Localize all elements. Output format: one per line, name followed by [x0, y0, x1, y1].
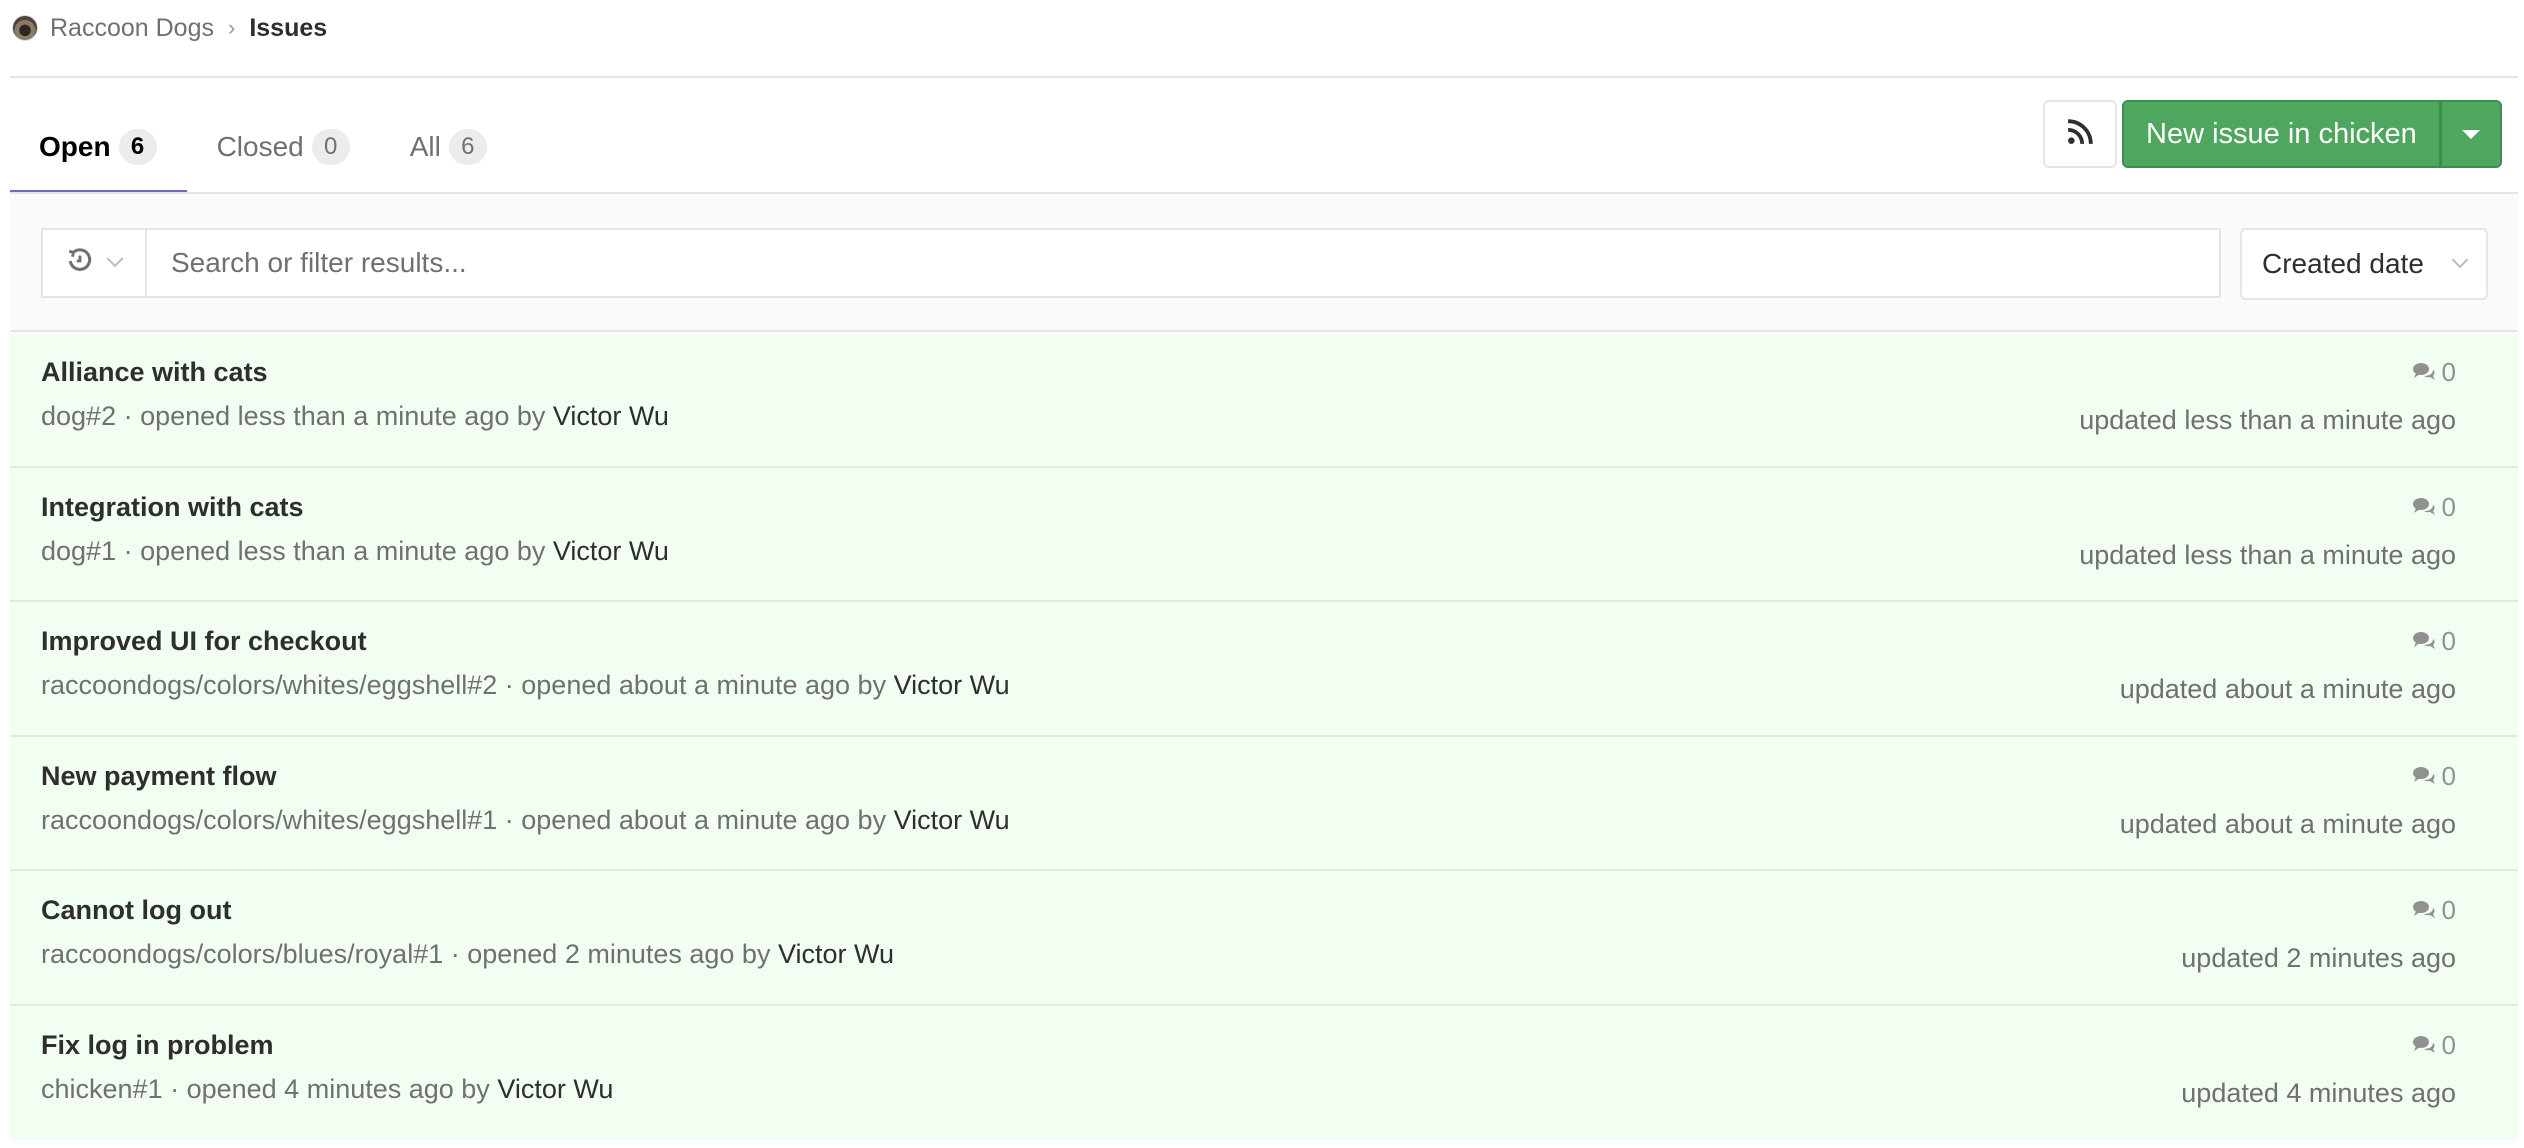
breadcrumb: Raccoon Dogs › Issues	[12, 10, 327, 46]
issue-updated-time: updated about a minute ago	[2119, 674, 2456, 704]
comments-count: 0	[2441, 1029, 2456, 1060]
comments-icon	[2412, 492, 2436, 523]
issue-comments-count[interactable]: 0	[2412, 357, 2456, 388]
issue-reference: raccoondogs/colors/whites/eggshell#1	[41, 804, 498, 835]
tab-open[interactable]: Open 6	[10, 100, 187, 194]
issue-opened-text: · opened 2 minutes ago by	[443, 939, 778, 969]
chevron-down-icon	[106, 250, 124, 268]
tab-count-badge: 6	[448, 129, 487, 165]
comments-icon	[2412, 626, 2436, 657]
comments-count: 0	[2441, 895, 2456, 925]
issue-list: Alliance with cats dog#2 · opened less t…	[10, 333, 2518, 1140]
new-issue-split-button: New issue in chicken	[2122, 100, 2502, 168]
tab-label: Open	[39, 131, 111, 162]
issue-title-link[interactable]: Integration with cats	[41, 492, 304, 523]
issue-comments-count[interactable]: 0	[2412, 895, 2456, 926]
issue-reference: dog#1	[41, 535, 117, 566]
comments-icon	[2412, 761, 2436, 792]
issue-comments-count[interactable]: 0	[2412, 761, 2456, 792]
issue-meta: dog#2 · opened less than a minute ago by…	[41, 401, 669, 432]
comments-count: 0	[2441, 760, 2456, 791]
issue-reference: chicken#1	[41, 1073, 163, 1104]
issue-meta: dog#1 · opened less than a minute ago by…	[41, 536, 669, 567]
tab-label: All	[409, 131, 441, 162]
comments-count: 0	[2441, 357, 2456, 387]
rss-feed-button[interactable]	[2043, 100, 2117, 168]
tab-closed[interactable]: Closed 0	[187, 100, 380, 194]
issue-meta: raccoondogs/colors/whites/eggshell#1 · o…	[41, 805, 1010, 836]
issue-updated-time: updated 4 minutes ago	[2181, 1077, 2456, 1108]
issue-title-link[interactable]: Improved UI for checkout	[41, 626, 367, 657]
issues-page: Raccoon Dogs › Issues Open 6 Closed 0 Al…	[0, 0, 2524, 1148]
sort-label: Created date	[2262, 248, 2424, 279]
issue-opened-text: · opened about a minute ago by	[497, 804, 894, 835]
breadcrumb-group-link[interactable]: Raccoon Dogs	[50, 14, 214, 43]
comments-count: 0	[2441, 626, 2456, 656]
issue-reference: raccoondogs/colors/blues/royal#1	[41, 939, 444, 969]
issue-comments-count[interactable]: 0	[2412, 1030, 2456, 1061]
issue-author-link[interactable]: Victor Wu	[553, 536, 669, 566]
issue-opened-text: · opened about a minute ago by	[497, 670, 894, 700]
issue-row: Improved UI for checkout raccoondogs/col…	[10, 602, 2518, 737]
issue-updated-time: updated about a minute ago	[2119, 808, 2456, 839]
issue-title-link[interactable]: New payment flow	[41, 761, 277, 792]
issue-opened-text: · opened less than a minute ago by	[116, 535, 553, 566]
comments-icon	[2412, 357, 2436, 388]
issue-meta: raccoondogs/colors/blues/royal#1 · opene…	[41, 939, 894, 970]
issue-row: Cannot log out raccoondogs/colors/blues/…	[10, 871, 2518, 1006]
issue-title-link[interactable]: Cannot log out	[41, 895, 231, 926]
issue-opened-text: · opened 4 minutes ago by	[162, 1073, 498, 1104]
chevron-down-icon	[2451, 251, 2469, 269]
issue-author-link[interactable]: Victor Wu	[778, 939, 894, 969]
issue-row: Fix log in problem chicken#1 · opened 4 …	[10, 1005, 2518, 1140]
tab-all[interactable]: All 6	[380, 100, 517, 194]
issue-meta: raccoondogs/colors/whites/eggshell#2 · o…	[41, 670, 1010, 701]
issue-reference: raccoondogs/colors/whites/eggshell#2	[41, 670, 498, 700]
issue-updated-time: updated less than a minute ago	[2079, 405, 2456, 435]
issue-author-link[interactable]: Victor Wu	[894, 670, 1010, 700]
issue-row: Integration with cats dog#1 · opened les…	[10, 467, 2518, 602]
issue-title-link[interactable]: Fix log in problem	[41, 1030, 274, 1061]
rss-icon	[2067, 118, 2093, 150]
issue-comments-count[interactable]: 0	[2412, 492, 2456, 523]
comments-icon	[2412, 895, 2436, 926]
tab-label: Closed	[216, 131, 304, 162]
caret-down-icon	[2461, 129, 2480, 139]
issue-meta: chicken#1 · opened 4 minutes ago by Vict…	[41, 1074, 613, 1105]
group-avatar[interactable]	[12, 15, 38, 41]
comments-count: 0	[2441, 491, 2456, 522]
issue-reference: dog#2	[41, 401, 117, 431]
new-issue-button[interactable]: New issue in chicken	[2124, 102, 2442, 166]
issue-updated-time: updated less than a minute ago	[2079, 539, 2456, 570]
issue-author-link[interactable]: Victor Wu	[894, 805, 1010, 835]
issue-title-link[interactable]: Alliance with cats	[41, 357, 268, 388]
sort-dropdown[interactable]: Created date	[2240, 228, 2488, 300]
breadcrumb-current[interactable]: Issues	[249, 14, 327, 43]
issue-state-tabs: Open 6 Closed 0 All 6	[10, 100, 517, 194]
issue-row: New payment flow raccoondogs/colors/whit…	[10, 736, 2518, 871]
new-issue-dropdown-toggle[interactable]	[2441, 102, 2500, 166]
tab-count-badge: 0	[311, 129, 350, 165]
recent-searches-button[interactable]	[43, 230, 147, 296]
issue-row: Alliance with cats dog#2 · opened less t…	[10, 333, 2518, 468]
filtered-search	[41, 228, 2221, 298]
search-input[interactable]	[147, 230, 2219, 296]
tab-count-badge: 6	[118, 129, 157, 165]
filter-bar: Created date	[10, 194, 2518, 332]
issue-author-link[interactable]: Victor Wu	[553, 401, 669, 431]
history-icon	[67, 247, 93, 279]
issue-comments-count[interactable]: 0	[2412, 626, 2456, 657]
header-divider	[10, 76, 2518, 78]
issue-author-link[interactable]: Victor Wu	[497, 1074, 613, 1104]
issue-opened-text: · opened less than a minute ago by	[116, 401, 553, 431]
comments-icon	[2412, 1030, 2436, 1061]
breadcrumb-chevron-icon: ›	[227, 15, 236, 40]
issue-updated-time: updated 2 minutes ago	[2181, 943, 2456, 973]
